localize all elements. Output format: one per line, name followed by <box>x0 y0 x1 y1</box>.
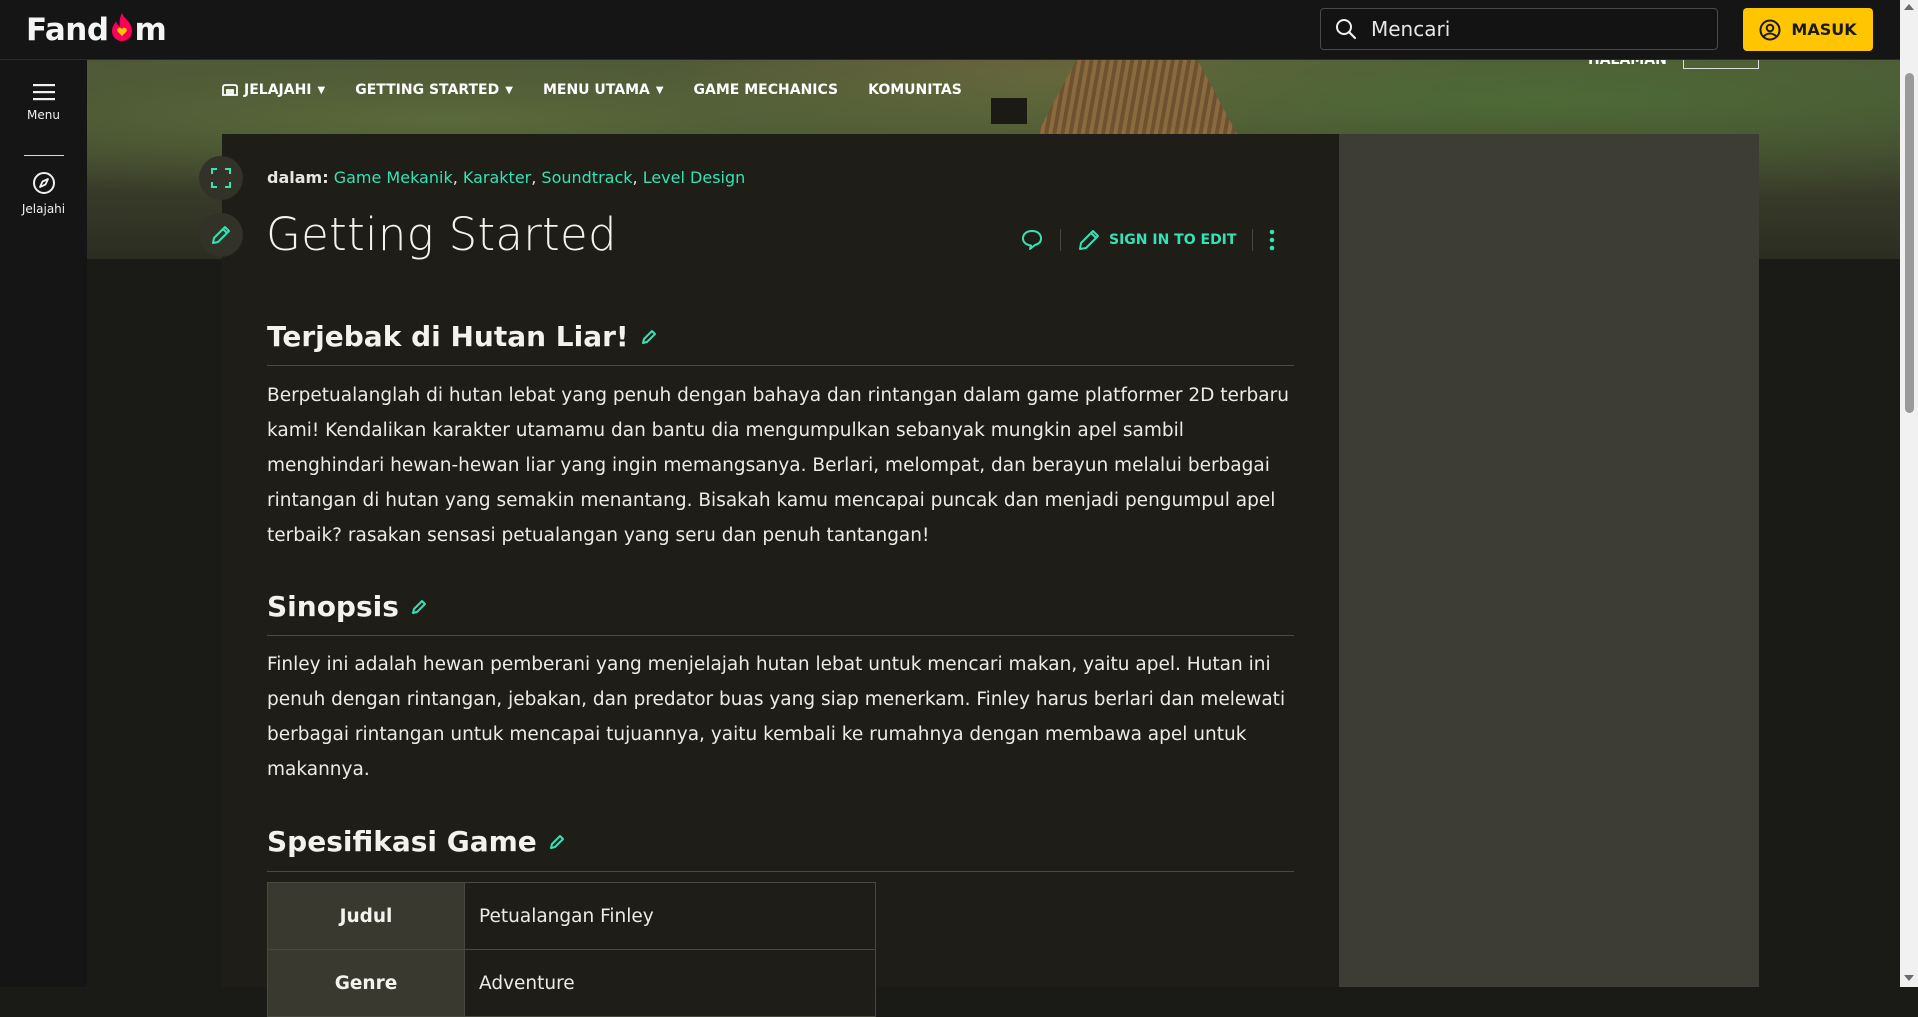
pencil-icon <box>1079 230 1099 250</box>
edit-page-side-button[interactable] <box>199 213 243 257</box>
section-paragraph: Berpetualanglah di hutan lebat yang penu… <box>267 385 1289 546</box>
login-label: MASUK <box>1791 20 1857 39</box>
explore-icon <box>222 84 238 96</box>
scroll-thumb[interactable] <box>1905 73 1914 413</box>
category-list: dalam: Game Mekanik, Karakter, Soundtrac… <box>267 168 746 187</box>
rail-divider <box>24 155 64 156</box>
right-rail-panel <box>1339 134 1759 987</box>
page-title: Getting Started <box>266 208 617 261</box>
nav-item-label: GETTING STARTED <box>355 82 500 98</box>
category-link[interactable]: Game Mekanik <box>334 168 453 187</box>
spec-value: Adventure <box>464 949 876 1017</box>
nav-item-label: GAME MECHANICS <box>693 82 839 98</box>
page-background-left <box>87 259 222 987</box>
search-box[interactable] <box>1320 8 1718 50</box>
comment-icon <box>1022 230 1042 250</box>
table-row: Genre Adventure <box>267 949 876 1017</box>
category-prefix: dalam: <box>267 168 329 187</box>
explore-label: Jelajahi <box>21 202 66 216</box>
spec-value: Petualangan Finley <box>464 882 876 950</box>
category-link[interactable]: Karakter <box>463 168 531 187</box>
user-icon <box>1759 19 1781 40</box>
global-left-rail: Menu Jelajahi <box>0 59 87 987</box>
comments-button[interactable] <box>1020 228 1044 252</box>
nav-item-label: JELAJAHI <box>244 82 312 98</box>
scroll-down-arrow-icon[interactable] <box>1904 975 1914 981</box>
spec-key: Judul <box>267 882 465 950</box>
explore-button[interactable]: Jelajahi <box>0 171 87 216</box>
edit-section-icon[interactable] <box>549 834 565 850</box>
nav-item-game-mechanics[interactable]: GAME MECHANICS <box>694 82 839 98</box>
nav-item-jelajahi[interactable]: JELAJAHI ▼ <box>222 82 325 98</box>
menu-label: Menu <box>27 108 60 122</box>
pencil-icon <box>212 226 230 244</box>
nav-item-komunitas[interactable]: KOMUNITAS <box>868 82 962 98</box>
section-paragraph: Finley ini adalah hewan pemberani yang m… <box>267 654 1286 780</box>
edit-section-icon[interactable] <box>411 599 427 615</box>
nav-item-getting-started[interactable]: GETTING STARTED ▼ <box>355 82 513 98</box>
hamburger-icon <box>32 84 55 101</box>
search-icon <box>1336 19 1357 40</box>
login-button[interactable]: MASUK <box>1743 8 1873 51</box>
search-input[interactable] <box>1369 16 1693 42</box>
action-divider <box>1252 229 1254 251</box>
fandom-logo[interactable]: Fand m <box>26 10 167 50</box>
page-background-right <box>1759 259 1900 987</box>
sign-in-to-edit-label: SIGN IN TO EDIT <box>1109 232 1237 248</box>
category-link[interactable]: Soundtrack <box>541 168 632 187</box>
spec-table: Judul Petualangan Finley Genre Adventure <box>267 882 876 1017</box>
section-divider <box>267 871 1294 872</box>
section-heading-text: Terjebak di Hutan Liar! <box>267 320 629 353</box>
scroll-up-arrow-icon[interactable] <box>1904 4 1914 10</box>
table-row: Judul Petualangan Finley <box>267 882 876 950</box>
section-heading: Spesifikasi Game <box>267 825 565 858</box>
article-content <box>222 134 1339 987</box>
page-actions: SIGN IN TO EDIT <box>1020 228 1275 252</box>
section-heading-text: Spesifikasi Game <box>267 825 537 858</box>
hut-door-illustration <box>991 98 1027 124</box>
section-divider <box>267 365 1294 366</box>
community-nav: JELAJAHI ▼ GETTING STARTED ▼ MENU UTAMA … <box>222 82 962 98</box>
more-vertical-icon <box>1270 229 1275 251</box>
action-divider <box>1060 229 1061 251</box>
section-heading-text: Sinopsis <box>267 590 399 623</box>
section-divider <box>267 635 1294 636</box>
sign-in-to-edit-button[interactable]: SIGN IN TO EDIT <box>1077 228 1236 252</box>
section-heading: Sinopsis <box>267 590 427 623</box>
category-link[interactable]: Level Design <box>643 168 746 187</box>
edit-section-icon[interactable] <box>641 329 657 345</box>
expand-icon <box>211 168 231 188</box>
compass-icon <box>32 172 55 194</box>
section-heading: Terjebak di Hutan Liar! <box>267 320 657 353</box>
nav-item-menu-utama[interactable]: MENU UTAMA ▼ <box>543 82 664 98</box>
more-actions-button[interactable] <box>1269 229 1275 251</box>
chevron-down-icon: ▼ <box>655 84 664 96</box>
global-top-navigation: Fand m MASUK <box>0 0 1900 60</box>
fullscreen-toggle-button[interactable] <box>199 156 243 200</box>
chevron-down-icon: ▼ <box>317 84 326 96</box>
spec-key: Genre <box>267 949 465 1017</box>
logo-text: m <box>134 12 167 48</box>
menu-button[interactable]: Menu <box>0 83 87 122</box>
flame-heart-icon <box>110 12 134 49</box>
logo-text: Fand <box>26 12 109 48</box>
chevron-down-icon: ▼ <box>505 84 513 96</box>
nav-item-label: MENU UTAMA <box>542 82 650 98</box>
nav-item-label: KOMUNITAS <box>868 82 962 98</box>
